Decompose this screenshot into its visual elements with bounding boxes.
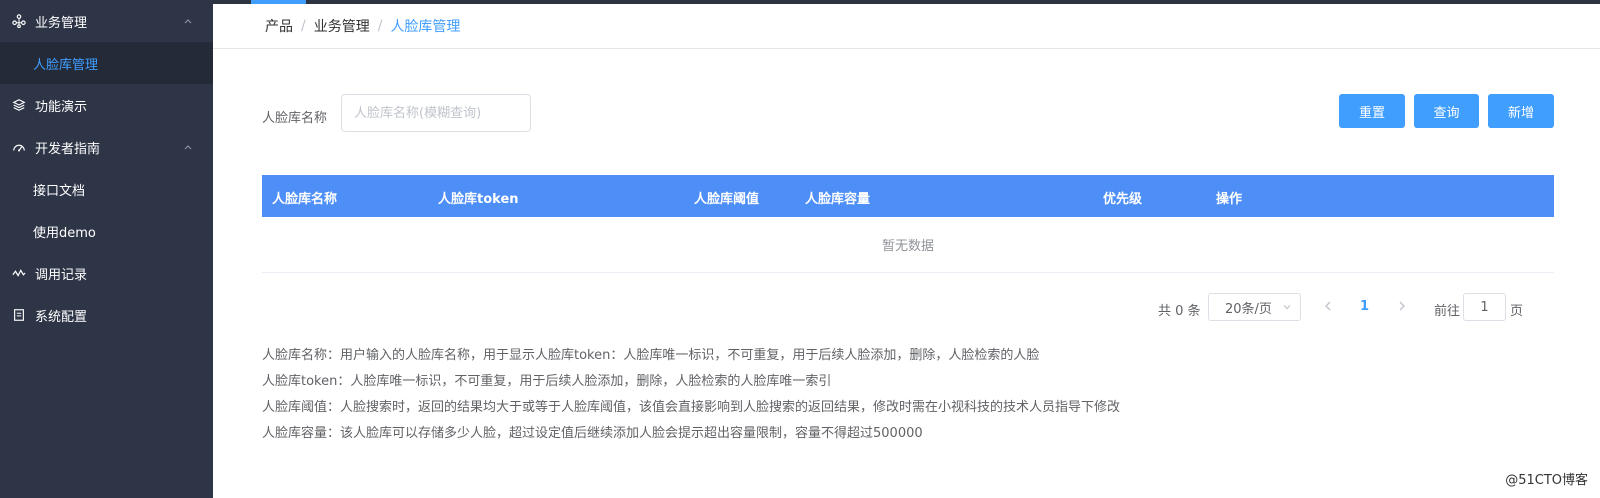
main-content: 产品 / 业务管理 / 人脸库管理 人脸库名称 重置 查询 新增 人脸库名称 人… <box>213 4 1600 498</box>
page-size-value: 20条/页 <box>1225 301 1272 317</box>
face-library-name-input[interactable] <box>341 94 531 132</box>
pagination-total: 共 0 条 <box>1158 304 1201 319</box>
note-capacity: 人脸库容量：该人脸库可以存储多少人脸，超过设定值后继续添加人脸会提示超出容量限制… <box>262 426 923 441</box>
breadcrumb-item-product[interactable]: 产品 <box>265 16 293 36</box>
sidebar-submenu-business: 人脸库管理 <box>0 42 213 84</box>
sidebar-item-demo[interactable]: 功能演示 <box>0 84 213 126</box>
field-descriptions: 人脸库名称：用户输入的人脸库名称，用于显示人脸库token：人脸库唯一标识，不可… <box>262 346 1120 450</box>
app-root: 业务管理 人脸库管理 功能演示 开发者指南 接口文档 使用demo 调用记录 系… <box>0 0 1600 498</box>
note-name: 人脸库名称：用户输入的人脸库名称，用于显示人脸库token：人脸库唯一标识，不可… <box>262 348 1040 363</box>
sidebar-item-dev-guide[interactable]: 开发者指南 <box>0 126 213 168</box>
prev-page-icon[interactable] <box>1321 299 1335 313</box>
pulse-icon <box>11 265 27 281</box>
page-suffix: 页 <box>1510 304 1524 319</box>
sidebar-item-business[interactable]: 业务管理 <box>0 0 213 42</box>
sidebar-item-label: 功能演示 <box>35 99 88 115</box>
breadcrumb-item-current: 人脸库管理 <box>390 19 461 35</box>
sidebar-item-api-docs[interactable]: 接口文档 <box>0 168 213 210</box>
sidebar-item-label: 系统配置 <box>35 309 88 325</box>
reset-button[interactable]: 重置 <box>1339 94 1405 128</box>
page-number-current[interactable]: 1 <box>1360 299 1369 314</box>
query-button[interactable]: 查询 <box>1414 94 1479 128</box>
nodes-icon <box>11 13 27 29</box>
sidebar-item-sys-config[interactable]: 系统配置 <box>0 294 213 336</box>
breadcrumb-item-business[interactable]: 业务管理 <box>314 16 370 36</box>
sidebar-item-use-demo[interactable]: 使用demo <box>0 210 213 252</box>
gauge-icon <box>11 139 27 155</box>
page-size-select[interactable]: 20条/页 <box>1208 293 1301 321</box>
sidebar-submenu-dev-guide: 接口文档 使用demo <box>0 168 213 252</box>
breadcrumb-separator: / <box>377 18 383 34</box>
chevron-up-icon <box>184 145 192 150</box>
breadcrumb-separator: / <box>301 18 306 34</box>
breadcrumb: 产品 / 业务管理 / 人脸库管理 <box>265 16 460 36</box>
chevron-down-icon <box>1283 305 1291 310</box>
sidebar: 业务管理 人脸库管理 功能演示 开发者指南 接口文档 使用demo 调用记录 系… <box>0 0 213 498</box>
add-button[interactable]: 新增 <box>1488 94 1554 128</box>
column-header-name[interactable]: 人脸库名称 <box>272 188 337 207</box>
next-page-icon[interactable] <box>1395 299 1409 313</box>
note-threshold: 人脸库阈值：人脸搜索时，返回的结果均大于或等于人脸库阈值，该值会直接影响到人脸搜… <box>262 400 1121 415</box>
face-library-table: 人脸库名称 人脸库token 人脸库阈值 人脸库容量 优先级 操作 暂无数据 <box>262 175 1554 273</box>
chevron-up-icon <box>184 19 192 24</box>
breadcrumb-divider <box>213 48 1600 49</box>
sidebar-item-label: 调用记录 <box>35 267 88 283</box>
column-header-priority[interactable]: 优先级 <box>1103 188 1142 207</box>
goto-page-input[interactable] <box>1463 293 1506 321</box>
table-empty-state: 暂无数据 <box>262 217 1554 273</box>
sidebar-item-face-library[interactable]: 人脸库管理 <box>0 42 213 84</box>
filter-label: 人脸库名称 <box>262 111 328 126</box>
sidebar-item-label: 业务管理 <box>35 15 88 31</box>
column-header-token[interactable]: 人脸库token <box>438 188 519 207</box>
layers-icon <box>11 97 27 113</box>
column-header-capacity[interactable]: 人脸库容量 <box>805 188 870 207</box>
column-header-actions: 操作 <box>1216 192 1243 207</box>
table-header: 人脸库名称 人脸库token 人脸库阈值 人脸库容量 优先级 操作 <box>262 175 1554 217</box>
note-token: 人脸库token：人脸库唯一标识，不可重复，用于后续人脸添加，删除，人脸检索的人… <box>262 374 832 389</box>
goto-label: 前往 <box>1434 304 1461 319</box>
sidebar-item-call-log[interactable]: 调用记录 <box>0 252 213 294</box>
watermark: @51CTO博客 <box>1505 473 1588 488</box>
document-icon <box>11 307 27 323</box>
column-header-threshold[interactable]: 人脸库阈值 <box>694 188 759 207</box>
sidebar-item-label: 开发者指南 <box>35 141 101 157</box>
